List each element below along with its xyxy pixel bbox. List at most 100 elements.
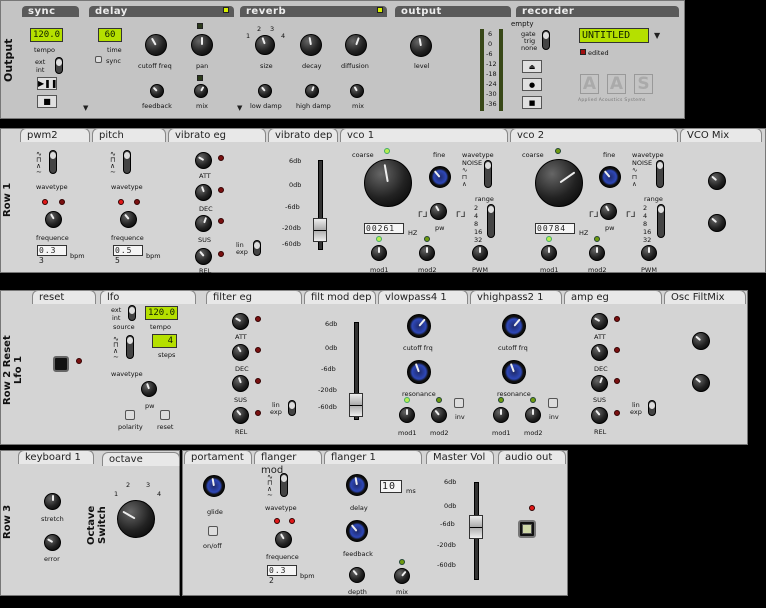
delay-collapse-arrow[interactable]: ▼ xyxy=(83,104,88,112)
filter-dec-knob[interactable] xyxy=(232,344,249,361)
vco1-freq-display[interactable]: 00261 xyxy=(364,223,404,234)
vco2-freq-display[interactable]: 00784 xyxy=(535,223,575,234)
pwm2-wave-switch[interactable] xyxy=(49,150,57,174)
portament-glide-knob[interactable] xyxy=(203,475,225,497)
lfo-polarity-button[interactable] xyxy=(125,410,135,420)
delay-feedback-knob[interactable] xyxy=(150,84,164,98)
vlowpass-inv-button[interactable] xyxy=(454,398,464,408)
filter-att-knob[interactable] xyxy=(232,313,249,330)
vco2-pwm-knob[interactable] xyxy=(641,245,657,261)
keyboard-stretch-knob[interactable] xyxy=(44,493,61,510)
filter-sus-knob[interactable] xyxy=(232,375,249,392)
reverb-decay-knob[interactable] xyxy=(300,34,322,56)
delay-mix-knob[interactable] xyxy=(194,84,208,98)
vco1-wave-switch[interactable] xyxy=(484,160,492,188)
filter-linexp-switch[interactable] xyxy=(288,400,296,416)
pitch-freq-knob[interactable] xyxy=(120,211,137,228)
pwm2-freq-display[interactable]: 0.3 3 xyxy=(37,245,67,265)
reverb-enable-led[interactable] xyxy=(377,7,383,13)
vco1-mod1-knob[interactable] xyxy=(371,245,387,261)
output-level-knob[interactable] xyxy=(410,35,432,57)
lfo-steps-display[interactable]: 4 xyxy=(152,334,177,348)
vlowpass-mod2-knob[interactable] xyxy=(431,407,447,423)
amp-att-knob[interactable] xyxy=(591,313,608,330)
vco2-coarse-knob[interactable] xyxy=(535,159,583,207)
vibrato-sus-knob[interactable] xyxy=(195,215,212,232)
vco1-range-switch[interactable] xyxy=(487,204,495,238)
record-button[interactable]: ● xyxy=(522,78,542,91)
vibrato-att-knob[interactable] xyxy=(195,152,212,169)
vibrato-dec-knob[interactable] xyxy=(195,184,212,201)
lfo-wave-switch[interactable] xyxy=(126,335,134,359)
reverb-mix-knob[interactable] xyxy=(350,84,364,98)
amp-dec-knob[interactable] xyxy=(591,344,608,361)
flanger-depth-knob[interactable] xyxy=(349,567,365,583)
vco1-coarse-knob[interactable] xyxy=(364,159,412,207)
vco-mix-knob-1[interactable] xyxy=(708,172,726,190)
reset-pad-button[interactable] xyxy=(53,356,69,372)
chevron-down-icon[interactable]: ▼ xyxy=(654,31,660,40)
vco1-mod2-knob[interactable] xyxy=(419,245,435,261)
filter-rel-knob[interactable] xyxy=(232,407,249,424)
pitch-wave-switch[interactable] xyxy=(123,150,131,174)
octave-switch-knob[interactable] xyxy=(117,500,155,538)
vco2-wave-switch[interactable] xyxy=(656,160,664,188)
osc-filtmix-knob-2[interactable] xyxy=(692,374,710,392)
amp-linexp-switch[interactable] xyxy=(648,400,656,416)
filt-mod-fader[interactable] xyxy=(349,393,363,417)
reverb-lowdamp-knob[interactable] xyxy=(258,84,272,98)
vibrato-dep-fader[interactable] xyxy=(313,218,327,242)
reverb-diffusion-knob[interactable] xyxy=(345,34,367,56)
vibrato-linexp-switch[interactable] xyxy=(253,240,261,256)
vlowpass-mod1-knob[interactable] xyxy=(399,407,415,423)
pwm2-freq-knob[interactable] xyxy=(45,211,62,228)
vlowpass-resonance-knob[interactable] xyxy=(407,360,431,384)
flanger-mix-knob[interactable] xyxy=(394,568,410,584)
vco1-pwm-knob[interactable] xyxy=(472,245,488,261)
vhighpass-inv-button[interactable] xyxy=(548,398,558,408)
vco2-mod2-knob[interactable] xyxy=(589,245,605,261)
audio-out-button[interactable] xyxy=(518,520,536,538)
sync-source-switch[interactable] xyxy=(55,57,63,74)
flanger-mod-wave-switch[interactable] xyxy=(280,473,288,497)
delay-time-display[interactable]: 60 xyxy=(98,28,122,42)
delay-pan-knob[interactable] xyxy=(191,34,213,56)
recorder-song-name[interactable]: UNTITLED xyxy=(579,28,649,43)
vco2-mod1-knob[interactable] xyxy=(541,245,557,261)
reverb-collapse-arrow[interactable]: ▼ xyxy=(237,104,242,112)
stop-button[interactable]: ■ xyxy=(37,95,57,108)
flanger-delay-knob[interactable] xyxy=(346,474,368,496)
vhighpass-mod2-knob[interactable] xyxy=(525,407,541,423)
lfo-source-switch[interactable] xyxy=(128,305,136,321)
osc-filtmix-knob-1[interactable] xyxy=(692,332,710,350)
lfo-tempo-display[interactable]: 120.0 xyxy=(145,306,178,320)
delay-cutoff-knob[interactable] xyxy=(145,34,167,56)
amp-sus-knob[interactable] xyxy=(591,375,608,392)
amp-rel-knob[interactable] xyxy=(591,407,608,424)
recorder-stop-button[interactable]: ■ xyxy=(522,96,542,109)
pitch-freq-display[interactable]: 0.5 5 xyxy=(113,245,143,265)
vibrato-rel-knob[interactable] xyxy=(195,248,212,265)
vlowpass-cutoff-knob[interactable] xyxy=(407,314,431,338)
eject-button[interactable]: ⏏ xyxy=(522,60,542,73)
reverb-size-knob[interactable] xyxy=(255,35,275,55)
vco1-pw-knob[interactable] xyxy=(430,203,447,220)
vco-mix-knob-2[interactable] xyxy=(708,214,726,232)
lfo-reset-button[interactable] xyxy=(160,410,170,420)
vhighpass-cutoff-knob[interactable] xyxy=(502,314,526,338)
lfo-pw-knob[interactable] xyxy=(141,381,157,397)
delay-sync-checkbox[interactable] xyxy=(95,56,102,63)
reverb-highdamp-knob[interactable] xyxy=(305,84,319,98)
vco2-range-switch[interactable] xyxy=(657,204,665,238)
keyboard-error-knob[interactable] xyxy=(44,534,61,551)
flanger-mod-freq-display[interactable]: 0.3 2 xyxy=(267,565,297,585)
vhighpass-resonance-knob[interactable] xyxy=(502,360,526,384)
vco2-pw-knob[interactable] xyxy=(600,203,617,220)
vco1-fine-knob[interactable] xyxy=(429,166,451,188)
play-pause-button[interactable]: ▶❚❚ xyxy=(37,77,58,90)
flanger-delay-display[interactable]: 10 xyxy=(380,480,402,493)
vco2-fine-knob[interactable] xyxy=(599,166,621,188)
flanger-feedback-knob[interactable] xyxy=(346,520,368,542)
portament-onoff-button[interactable] xyxy=(208,526,218,536)
sync-tempo-display[interactable]: 120.0 xyxy=(30,28,63,42)
